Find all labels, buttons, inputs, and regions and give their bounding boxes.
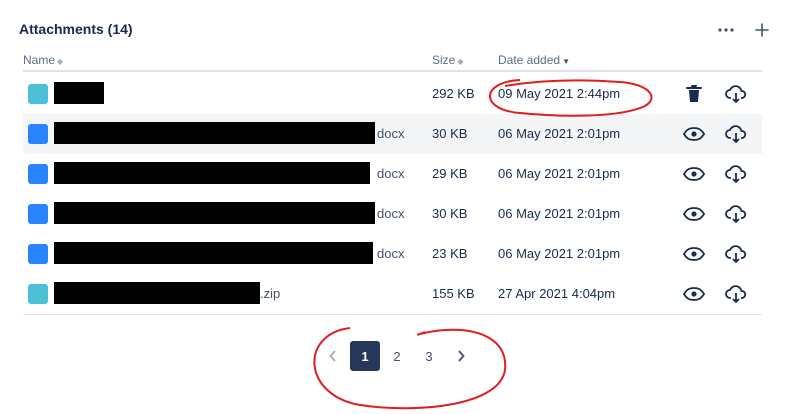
date-added: 06 May 2021 2:01pm [498,126,621,141]
document-file-icon [28,244,48,264]
sort-icon: ◆ [57,57,64,66]
table-header: Name ◆ Size ◆ Date added ▼ [23,48,762,72]
download-icon [725,165,747,183]
document-file-icon [28,124,48,144]
pagination: 1 2 3 [318,341,478,371]
table-bottom-divider [23,314,762,315]
file-extension: docx [377,246,405,261]
table-row[interactable]: .zip 155 KB 27 Apr 2021 4:04pm [23,274,762,314]
preview-icon [683,167,705,181]
file-size: 30 KB [432,126,468,141]
file-extension: .zip [260,286,281,301]
delete-icon [686,85,702,102]
redacted-filename [54,202,375,224]
preview-button[interactable] [682,162,706,186]
download-icon [725,85,747,103]
column-size-header[interactable]: Size ◆ [432,53,464,67]
delete-button[interactable] [682,82,706,106]
preview-button[interactable] [682,122,706,146]
file-size: 30 KB [432,206,468,221]
column-date-label: Date added [498,53,561,67]
download-button[interactable] [724,122,748,146]
attachments-title: Attachments (14) [19,21,133,37]
column-name-header[interactable]: Name ◆ [23,53,63,67]
preview-icon [683,287,705,301]
column-size-label: Size [432,53,456,67]
download-icon [725,125,747,143]
date-added: 06 May 2021 2:01pm [498,246,621,261]
redacted-filename [54,122,375,144]
file-extension: docx [377,206,405,221]
chevron-right-icon [458,350,465,362]
date-added: 06 May 2021 2:01pm [498,206,621,221]
page-2-button[interactable]: 2 [382,341,412,371]
sort-icon: ◆ [457,57,464,66]
column-date-header[interactable]: Date added ▼ [498,53,570,67]
attachments-list: 292 KB 09 May 2021 2:44pm docx 30 KB 06 … [23,74,762,314]
file-extension: docx [377,126,405,141]
download-button[interactable] [724,82,748,106]
table-row[interactable]: docx 23 KB 06 May 2021 2:01pm [23,234,762,274]
file-size: 23 KB [432,246,468,261]
more-actions-button[interactable] [715,18,737,42]
download-icon [725,245,747,263]
file-extension: docx [377,166,405,181]
add-attachment-button[interactable] [751,18,773,42]
redacted-filename [54,82,104,104]
plus-icon [755,23,769,37]
download-button[interactable] [724,242,748,266]
download-icon [725,285,747,303]
date-added: 06 May 2021 2:01pm [498,166,621,181]
chevron-left-icon [329,350,336,362]
column-name-label: Name [23,53,56,67]
preview-button[interactable] [682,202,706,226]
table-row[interactable]: docx 30 KB 06 May 2021 2:01pm [23,194,762,234]
redacted-filename [54,242,373,264]
document-file-icon [28,164,48,184]
download-icon [725,205,747,223]
page-3-button[interactable]: 3 [414,341,444,371]
date-added: 27 Apr 2021 4:04pm [498,286,616,301]
zip-file-icon [28,84,48,104]
download-button[interactable] [724,282,748,306]
previous-page-button[interactable] [318,341,348,371]
attachments-header: Attachments (14) [19,18,773,44]
redacted-filename [54,162,370,184]
file-size: 292 KB [432,86,475,101]
redacted-filename [54,282,260,304]
preview-icon [683,247,705,261]
page-1-button[interactable]: 1 [350,341,380,371]
date-added: 09 May 2021 2:44pm [498,86,621,101]
table-row[interactable]: docx 30 KB 06 May 2021 2:01pm [23,114,762,154]
table-row[interactable]: docx 29 KB 06 May 2021 2:01pm [23,154,762,194]
preview-button[interactable] [682,282,706,306]
preview-icon [683,207,705,221]
document-file-icon [28,204,48,224]
sort-descending-icon: ▼ [562,57,570,66]
file-size: 29 KB [432,166,468,181]
table-row[interactable]: 292 KB 09 May 2021 2:44pm [23,74,762,114]
preview-button[interactable] [682,242,706,266]
next-page-button[interactable] [446,341,476,371]
file-size: 155 KB [432,286,475,301]
zip-file-icon [28,284,48,304]
download-button[interactable] [724,202,748,226]
download-button[interactable] [724,162,748,186]
more-horizontal-icon [718,28,734,32]
preview-icon [683,127,705,141]
